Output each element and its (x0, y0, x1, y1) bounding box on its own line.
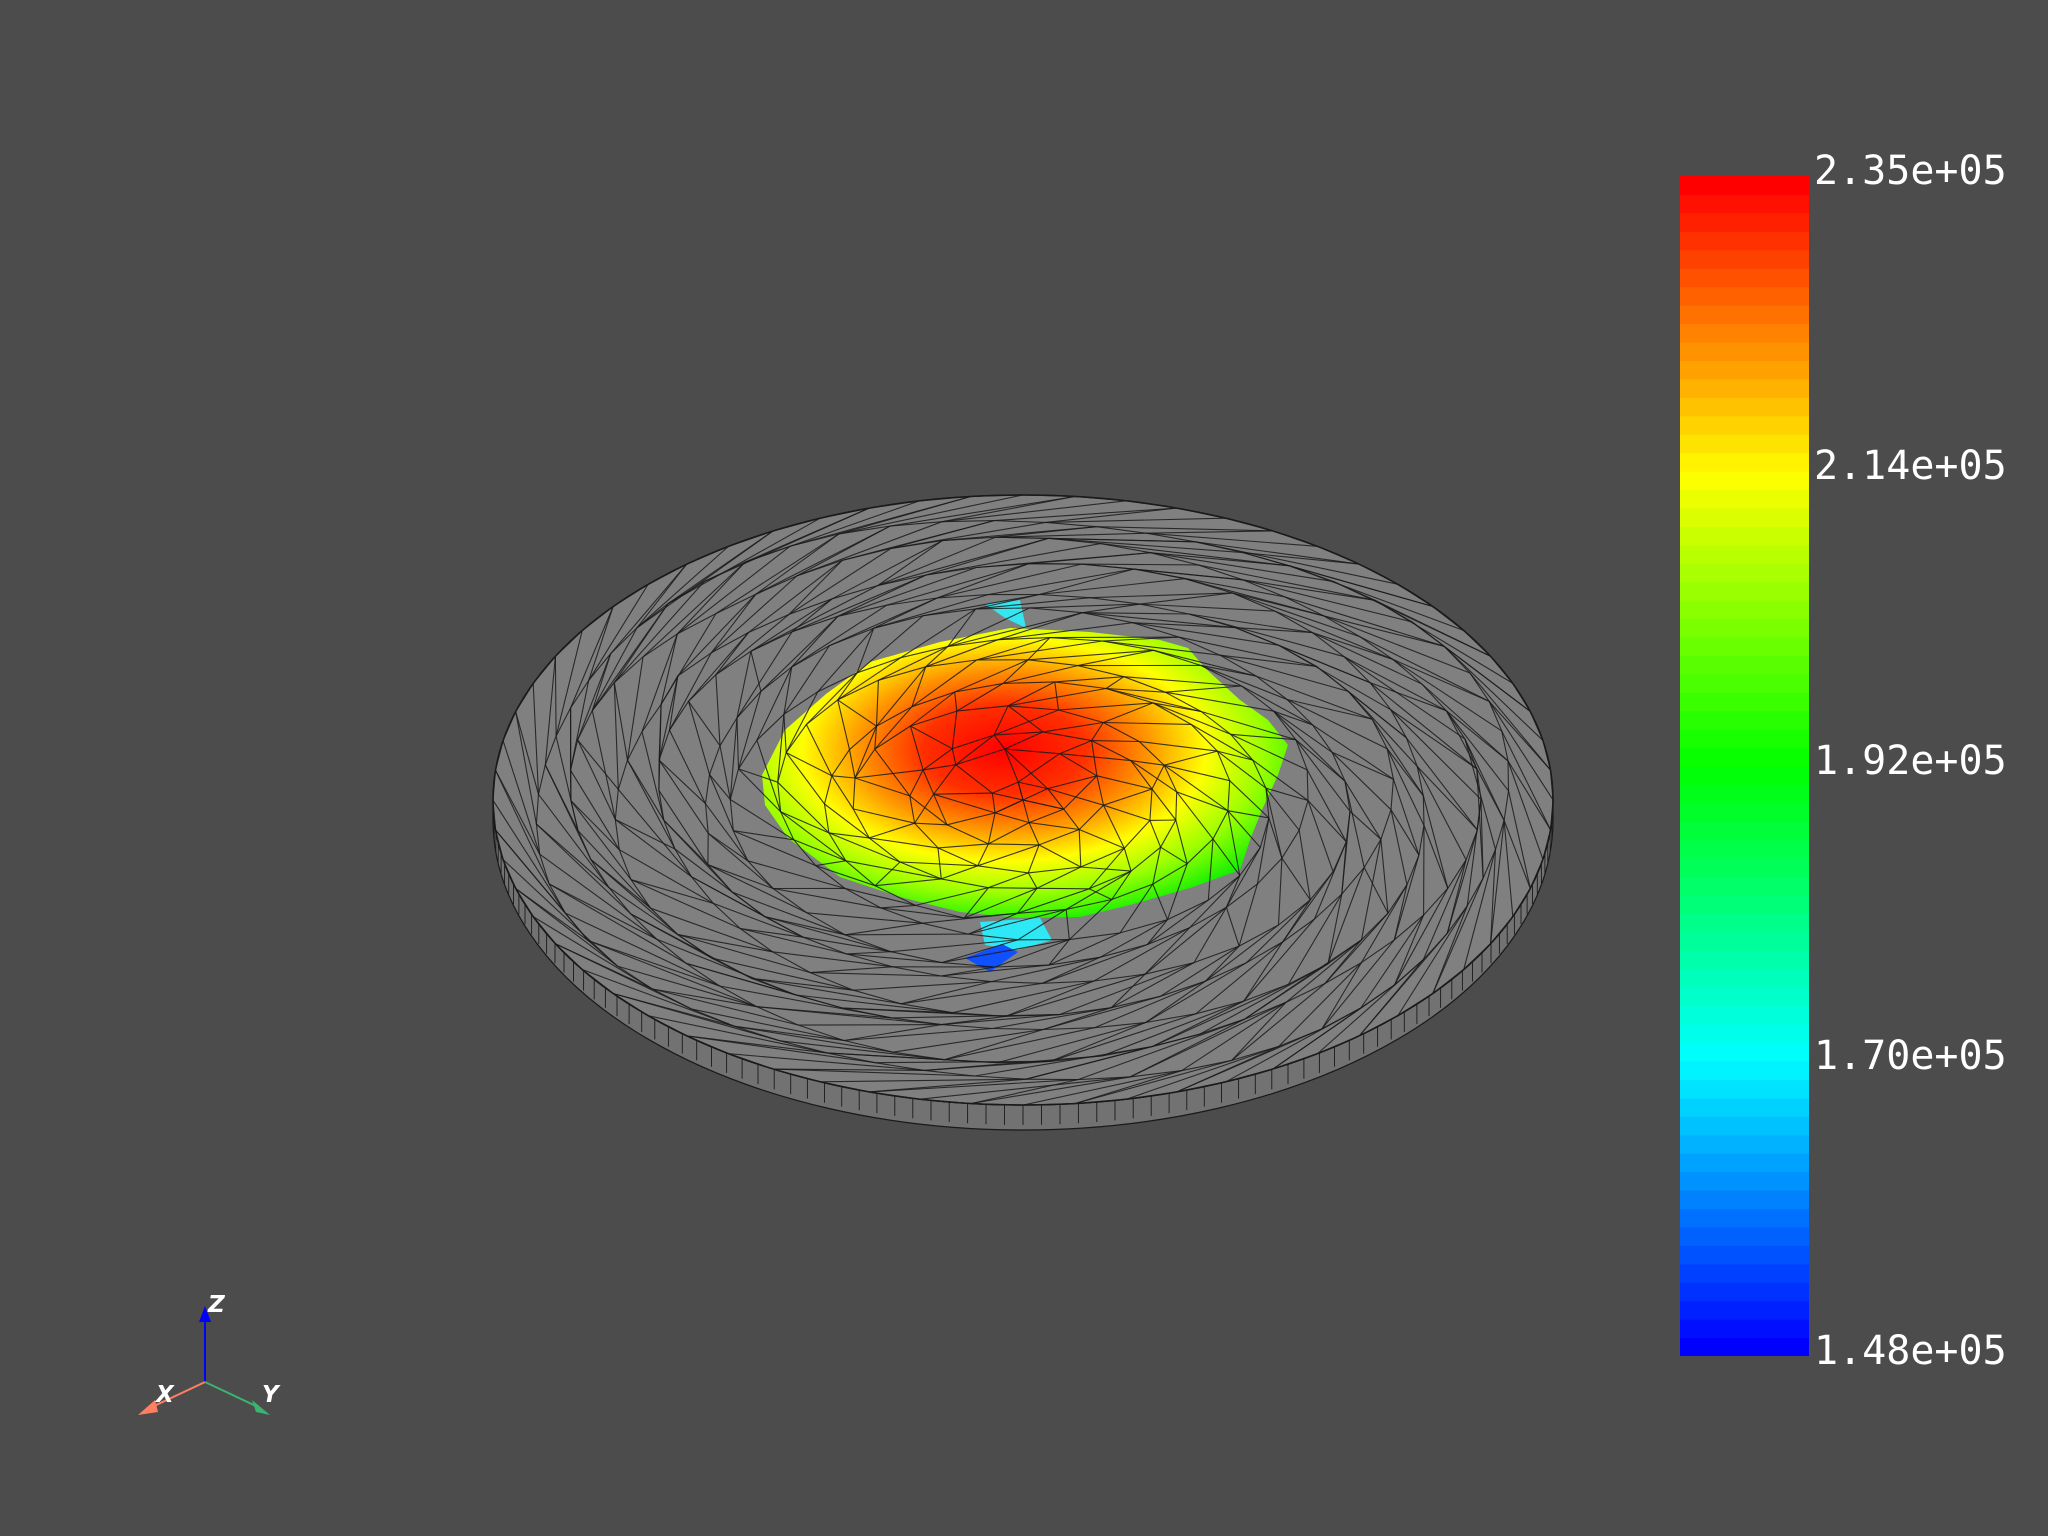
legend-color-band (1680, 563, 1809, 583)
legend-color-band (1680, 231, 1809, 251)
legend-color-band (1680, 471, 1809, 491)
legend-color-band (1680, 931, 1809, 951)
legend-color-band (1680, 968, 1809, 988)
legend-color-band (1680, 802, 1809, 822)
legend-tick-label: 1.92e+05 (1814, 738, 2007, 784)
legend-color-band (1680, 286, 1809, 306)
legend-color-band (1680, 378, 1809, 398)
legend-tick-label: 2.14e+05 (1814, 443, 2007, 489)
legend-color-band (1680, 526, 1809, 546)
legend-color-band (1680, 618, 1809, 638)
legend-color-band (1680, 176, 1809, 196)
legend-color-band (1680, 821, 1809, 841)
legend-color-band (1680, 766, 1809, 786)
legend-color-band (1680, 544, 1809, 564)
legend-color-band (1680, 268, 1809, 288)
legend-color-band (1680, 784, 1809, 804)
legend-color-band (1680, 895, 1809, 915)
legend-color-band (1680, 913, 1809, 933)
legend-color-band (1680, 673, 1809, 693)
legend-color-band (1680, 1208, 1809, 1228)
legend-color-band (1680, 636, 1809, 656)
legend-color-band (1680, 452, 1809, 472)
legend-color-band (1680, 1337, 1809, 1356)
legend-color-band (1680, 1226, 1809, 1246)
legend-color-band (1680, 1300, 1809, 1320)
legend-color-band (1680, 1263, 1809, 1283)
legend-color-band (1680, 1061, 1809, 1081)
legend-color-band (1680, 1042, 1809, 1062)
legend-color-band (1680, 305, 1809, 325)
legend-color-band (1680, 360, 1809, 380)
legend-color-band (1680, 507, 1809, 527)
legend-color-band (1680, 1245, 1809, 1265)
legend-color-band (1680, 987, 1809, 1007)
legend-color-band (1680, 655, 1809, 675)
legend-color-band (1680, 1190, 1809, 1210)
legend-max-label: 2.35e+05 (1814, 148, 2007, 194)
legend-color-band (1680, 341, 1809, 361)
y-axis-label: Y (262, 1382, 281, 1408)
legend-color-band (1680, 858, 1809, 878)
legend-color-band (1680, 323, 1809, 343)
legend-color-band (1680, 194, 1809, 214)
legend-color-band (1680, 710, 1809, 730)
legend-color-band (1680, 1319, 1809, 1339)
3d-viewport[interactable]: Z X Y 2.35e+05 2.14e+05 1.92e+05 1.70e+0… (0, 0, 2048, 1536)
legend-color-band (1680, 729, 1809, 749)
legend-color-band (1680, 212, 1809, 232)
legend-color-band (1680, 1153, 1809, 1173)
legend-color-band (1680, 1024, 1809, 1044)
legend-color-band (1680, 434, 1809, 454)
legend-color-band (1680, 600, 1809, 620)
legend-color-band (1680, 1116, 1809, 1136)
legend-color-band (1680, 747, 1809, 767)
legend-color-band (1680, 1079, 1809, 1099)
orientation-axes-widget: Z X Y (138, 1292, 281, 1415)
legend-color-band (1680, 489, 1809, 509)
legend-color-band (1680, 1134, 1809, 1154)
z-axis-label: Z (207, 1292, 226, 1318)
legend-color-band (1680, 1171, 1809, 1191)
legend-color-band (1680, 1097, 1809, 1117)
legend-color-band (1680, 876, 1809, 896)
legend-color-band (1680, 692, 1809, 712)
x-axis-label: X (154, 1382, 175, 1408)
legend-color-band (1680, 950, 1809, 970)
legend-color-band (1680, 839, 1809, 859)
legend-tick-label: 1.70e+05 (1814, 1033, 2007, 1079)
legend-color-band (1680, 1005, 1809, 1025)
legend-min-label: 1.48e+05 (1814, 1328, 2007, 1374)
legend-color-band (1680, 397, 1809, 417)
legend-color-band (1680, 1282, 1809, 1302)
legend-color-band (1680, 415, 1809, 435)
color-legend-bar (1680, 176, 1809, 1356)
legend-color-band (1680, 581, 1809, 601)
legend-color-band (1680, 249, 1809, 269)
